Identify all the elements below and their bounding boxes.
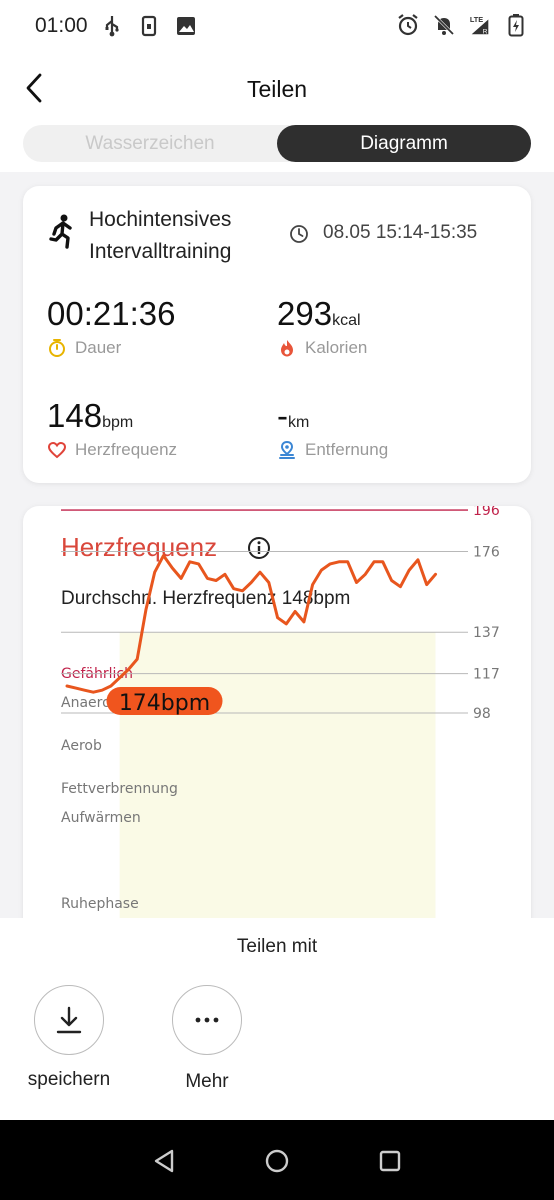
download-icon (56, 1006, 82, 1034)
page-title: Teilen (246, 76, 308, 102)
activity-name: Hochintensives Intervalltraining (89, 204, 279, 268)
tab-diagramm[interactable]: Diagramm (277, 125, 531, 162)
duration-value: 00:21:36 (47, 295, 176, 332)
calories-value: 293 (277, 295, 333, 332)
alarm-icon (396, 13, 420, 37)
status-bar: 01:00 LTE R (0, 0, 554, 52)
svg-text:R: R (483, 28, 488, 35)
zone-label: Aerob (61, 738, 102, 754)
status-icons-right: LTE R (396, 13, 528, 37)
triangle-back-icon (154, 1149, 174, 1173)
workout-summary-card: Hochintensives Intervalltraining 08.05 1… (23, 186, 531, 483)
metric-duration: 00:21:36 Dauer (47, 296, 175, 358)
y-tick-label: 98 (473, 706, 491, 722)
metric-calories: 293kcal Kalorien (277, 296, 367, 358)
stopwatch-icon (49, 339, 65, 357)
header: Teilen Wasserzeichen Diagramm (0, 52, 554, 172)
distance-label: Entfernung (305, 440, 389, 459)
y-tick-label: 137 (473, 625, 500, 641)
y-tick-label: 176 (473, 544, 500, 560)
sim-icon (137, 14, 161, 38)
usb-icon (100, 14, 124, 38)
zone-label: Ruhephase (61, 896, 139, 912)
save-label: speichern (27, 1069, 111, 1090)
tab-wasserzeichen[interactable]: Wasserzeichen (23, 125, 277, 162)
square-recents-icon (379, 1150, 401, 1172)
calories-label: Kalorien (305, 338, 368, 357)
metric-distance: -km Entfernung (277, 398, 388, 460)
flame-icon (281, 340, 293, 357)
more-icon (195, 1017, 219, 1023)
image-icon (174, 14, 198, 38)
status-icons-left (100, 14, 198, 38)
heart-rate-chart: GefährlichAnaerobAerobFettverbrennungAuf… (61, 506, 500, 966)
calories-unit: kcal (332, 312, 361, 329)
y-tick-label: 117 (473, 667, 500, 683)
activity-name-line2: Intervalltraining (89, 240, 232, 263)
nav-home-button[interactable] (262, 1146, 292, 1176)
activity-name-line1: Hochintensives (89, 208, 232, 231)
more-button[interactable] (172, 985, 242, 1055)
lte-label: LTE (470, 15, 483, 24)
peak-badge-label: 174bpm (119, 691, 210, 716)
battery-icon (504, 13, 528, 37)
view-tabs: Wasserzeichen Diagramm (23, 125, 531, 162)
duration-label: Dauer (75, 338, 122, 357)
status-time: 01:00 (35, 14, 88, 37)
metric-heart-rate: 148bpm Herzfrequenz (47, 398, 177, 460)
running-icon (48, 214, 74, 255)
zone-label: Fettverbrennung (61, 781, 178, 797)
save-button[interactable] (34, 985, 104, 1055)
active-zone-fill (119, 632, 436, 966)
share-sheet: Teilen mit speichern Mehr (0, 918, 554, 1120)
system-nav-bar (0, 1120, 554, 1200)
zone-label: Aufwärmen (61, 810, 141, 826)
heart-rate-unit: bpm (102, 414, 134, 431)
y-tick-label: 196 (473, 506, 500, 519)
more-label: Mehr (185, 1071, 229, 1092)
clock-icon (289, 224, 309, 249)
heart-rate-label: Herzfrequenz (75, 440, 178, 459)
lte-signal-icon: LTE R (468, 13, 492, 37)
time-range: 08.05 15:14-15:35 (323, 222, 478, 243)
distance-unit: km (288, 414, 310, 431)
distance-value: - (277, 397, 288, 434)
heart-rate-card: Herzfrequenz Durchschn. Herzfrequenz 148… (23, 506, 531, 966)
location-icon (279, 440, 295, 459)
nav-recents-button[interactable] (375, 1146, 405, 1176)
share-title: Teilen mit (236, 936, 318, 957)
heart-icon (47, 441, 67, 459)
bell-off-icon (432, 13, 456, 37)
nav-back-button[interactable] (149, 1146, 179, 1176)
heart-rate-value: 148 (47, 397, 103, 434)
home-circle-icon (265, 1149, 289, 1173)
